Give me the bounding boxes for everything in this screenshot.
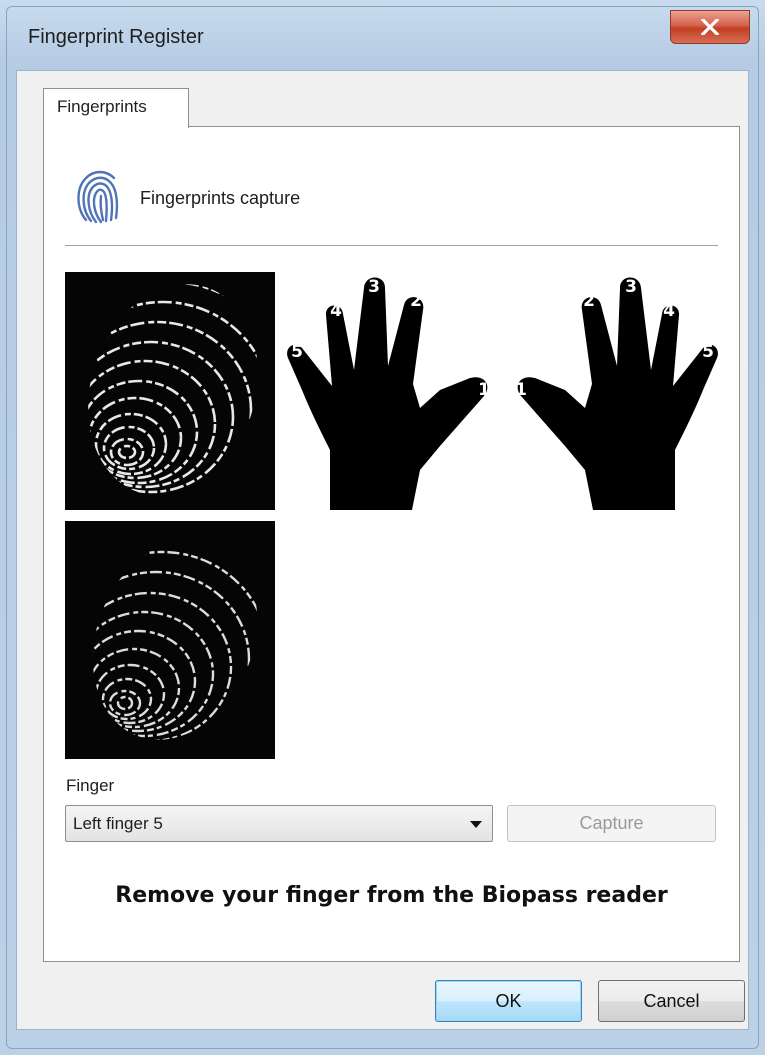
right-finger-3-label[interactable]: 3 (625, 277, 637, 297)
left-finger-4-label[interactable]: 4 (330, 301, 342, 321)
left-finger-3-label[interactable]: 3 (368, 277, 380, 297)
status-message: Remove your finger from the Biopass read… (115, 883, 668, 908)
chevron-down-icon (470, 821, 482, 828)
left-hand (287, 277, 488, 510)
right-finger-2-label[interactable]: 2 (583, 291, 595, 311)
capture-button[interactable]: Capture (507, 805, 716, 842)
tab-fingerprints[interactable]: Fingerprints (43, 88, 189, 128)
left-finger-2-label[interactable]: 2 (410, 291, 422, 311)
cancel-button[interactable]: Cancel (598, 980, 745, 1022)
fingerprint-template-image (65, 521, 275, 759)
dialog-window: Fingerprint Register Fingerprints Finger… (0, 0, 765, 1055)
divider (65, 245, 718, 246)
ok-button[interactable]: OK (435, 980, 582, 1022)
finger-select[interactable]: Left finger 5 (65, 805, 493, 842)
right-finger-1-label[interactable]: 1 (515, 380, 527, 400)
title-bar[interactable]: Fingerprint Register (0, 0, 765, 70)
right-hand (517, 277, 718, 510)
window-title: Fingerprint Register (28, 26, 204, 48)
hands-finger-selector: 5 4 3 2 1 1 2 3 4 5 (287, 277, 718, 510)
finger-label: Finger (66, 776, 115, 795)
section-heading: Fingerprints capture (140, 188, 301, 208)
left-finger-1-label[interactable]: 1 (478, 380, 490, 400)
fingerprint-icon (77, 170, 119, 224)
right-finger-4-label[interactable]: 4 (663, 301, 675, 321)
finger-select-value: Left finger 5 (73, 814, 163, 833)
right-finger-5-label[interactable]: 5 (702, 342, 714, 362)
close-icon (701, 19, 719, 35)
fingerprint-scan-image (65, 272, 275, 510)
close-button[interactable] (670, 10, 750, 44)
left-finger-5-label[interactable]: 5 (291, 342, 303, 362)
